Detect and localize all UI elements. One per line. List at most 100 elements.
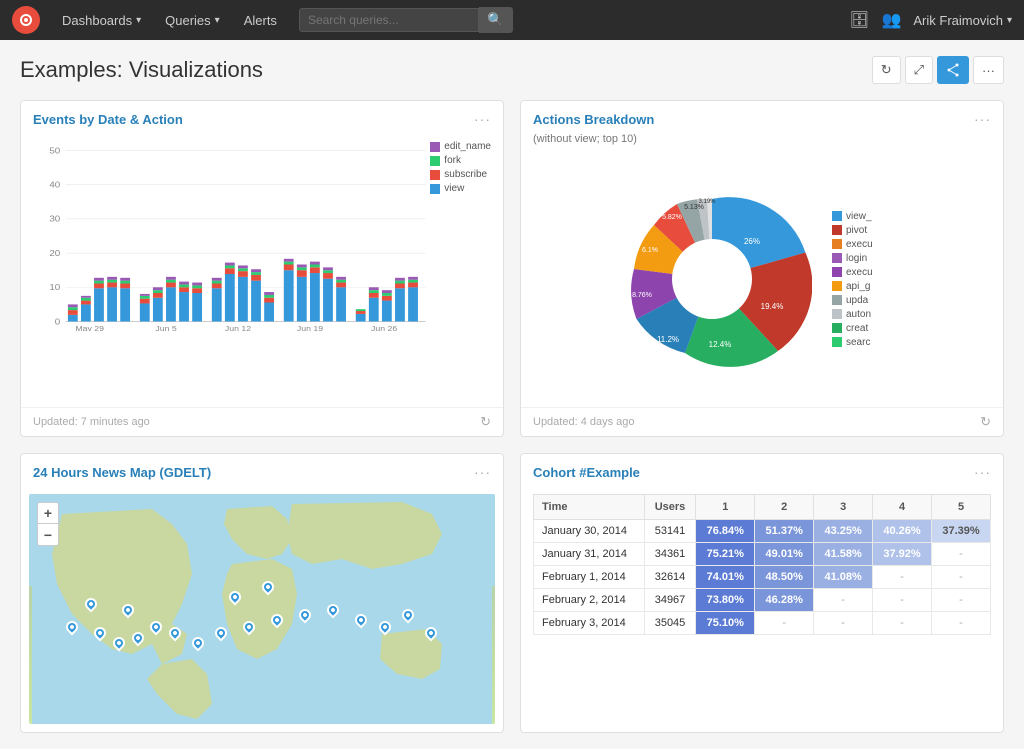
cohort-pct-cell: 41.58% bbox=[814, 543, 873, 566]
cohort-pct-cell: - bbox=[755, 612, 814, 635]
events-chart-widget: Events by Date & Action ··· 50 bbox=[20, 100, 504, 437]
news-map-body: + − bbox=[21, 486, 503, 732]
cohort-menu[interactable]: ··· bbox=[974, 464, 991, 480]
chevron-down-icon: ▾ bbox=[136, 15, 141, 26]
chart-legend: edit_name fork subscribe view bbox=[430, 141, 491, 194]
cohort-body: Time Users 1 2 3 4 5 January 30, 2014531… bbox=[521, 486, 1003, 732]
refresh-button[interactable]: ↻ bbox=[872, 56, 901, 84]
legend-searc: searc bbox=[832, 337, 912, 348]
chevron-down-icon: ▾ bbox=[215, 15, 220, 26]
cohort-pct-cell: 48.50% bbox=[755, 566, 814, 589]
legend-upda: upda bbox=[832, 295, 912, 306]
svg-text:20: 20 bbox=[49, 249, 60, 258]
cohort-pct-cell: - bbox=[814, 589, 873, 612]
actions-breakdown-footer: Updated: 4 days ago ↻ bbox=[521, 407, 1003, 436]
search-bar: 🔍 bbox=[299, 7, 513, 33]
svg-text:May 29: May 29 bbox=[75, 324, 104, 331]
col-3: 3 bbox=[814, 495, 873, 520]
legend-view: view bbox=[430, 183, 491, 194]
svg-text:Jun 26: Jun 26 bbox=[371, 324, 398, 331]
actions-breakdown-header: Actions Breakdown ··· bbox=[521, 101, 1003, 133]
cohort-pct-cell: - bbox=[932, 543, 991, 566]
svg-text:0: 0 bbox=[55, 317, 60, 326]
pie-chart-svg: 26% 19.4% 12.4% 11.2% 8.76% 6.1% 5.82% 5… bbox=[612, 179, 812, 379]
col-2: 2 bbox=[755, 495, 814, 520]
svg-text:26%: 26% bbox=[744, 237, 760, 246]
cohort-pct-cell: 73.80% bbox=[696, 589, 755, 612]
cohort-pct-cell: - bbox=[873, 566, 932, 589]
news-map-header: 24 Hours News Map (GDELT) ··· bbox=[21, 454, 503, 486]
more-button[interactable]: ··· bbox=[973, 56, 1004, 84]
cohort-time-cell: February 2, 2014 bbox=[534, 589, 645, 612]
bar-chart-svg: 50 40 30 20 10 0 bbox=[33, 141, 491, 331]
legend-creat: creat bbox=[832, 323, 912, 334]
svg-text:Jun 5: Jun 5 bbox=[155, 324, 177, 331]
dashboard-grid: Events by Date & Action ··· 5 0 bbox=[20, 100, 1004, 733]
nav-queries[interactable]: Queries ▾ bbox=[155, 0, 230, 40]
share-button[interactable] bbox=[937, 56, 969, 84]
cohort-users-cell: 53141 bbox=[644, 520, 696, 543]
database-icon[interactable]: 🗄 bbox=[849, 10, 869, 30]
cohort-users-cell: 35045 bbox=[644, 612, 696, 635]
events-chart-menu[interactable]: ··· bbox=[474, 111, 491, 127]
cohort-time-cell: February 1, 2014 bbox=[534, 566, 645, 589]
cohort-pct-cell: 37.39% bbox=[932, 520, 991, 543]
svg-text:10: 10 bbox=[49, 283, 60, 292]
nav-dashboards[interactable]: Dashboards ▾ bbox=[52, 0, 151, 40]
table-row: February 1, 20143261474.01%48.50%41.08%-… bbox=[534, 566, 991, 589]
app-logo bbox=[12, 6, 40, 34]
actions-breakdown-widget: Actions Breakdown ··· (without view; top… bbox=[520, 100, 1004, 437]
cohort-pct-cell: 74.01% bbox=[696, 566, 755, 589]
svg-text:8.76%: 8.76% bbox=[632, 292, 652, 299]
cohort-pct-cell: - bbox=[932, 589, 991, 612]
svg-text:40: 40 bbox=[49, 180, 60, 189]
navbar: Dashboards ▾ Queries ▾ Alerts 🔍 🗄 👥 Arik… bbox=[0, 0, 1024, 40]
cohort-pct-cell: 40.26% bbox=[873, 520, 932, 543]
users-icon[interactable]: 👥 bbox=[881, 10, 901, 30]
nav-alerts[interactable]: Alerts bbox=[234, 0, 287, 40]
cohort-pct-cell: 75.21% bbox=[696, 543, 755, 566]
col-users: Users bbox=[644, 495, 696, 520]
page-actions: ↻ ⤢ ··· bbox=[872, 56, 1004, 84]
zoom-out-button[interactable]: − bbox=[37, 524, 59, 546]
legend-execu2: execu bbox=[832, 267, 912, 278]
bar-chart-container: 50 40 30 20 10 0 bbox=[33, 141, 491, 361]
actions-breakdown-updated: Updated: 4 days ago bbox=[533, 416, 635, 428]
col-time: Time bbox=[534, 495, 645, 520]
svg-text:6.1%: 6.1% bbox=[642, 247, 658, 254]
table-row: January 30, 20145314176.84%51.37%43.25%4… bbox=[534, 520, 991, 543]
actions-breakdown-menu[interactable]: ··· bbox=[974, 111, 991, 127]
zoom-in-button[interactable]: + bbox=[37, 502, 59, 524]
cohort-time-cell: January 30, 2014 bbox=[534, 520, 645, 543]
svg-text:12.4%: 12.4% bbox=[709, 340, 732, 349]
search-button[interactable]: 🔍 bbox=[479, 7, 513, 33]
actions-breakdown-refresh[interactable]: ↻ bbox=[980, 414, 991, 430]
svg-text:19.4%: 19.4% bbox=[761, 302, 784, 311]
svg-text:5.82%: 5.82% bbox=[662, 214, 682, 221]
legend-pivot: pivot bbox=[832, 225, 912, 236]
cohort-pct-cell: 75.10% bbox=[696, 612, 755, 635]
chevron-down-icon: ▾ bbox=[1007, 15, 1012, 26]
col-5: 5 bbox=[932, 495, 991, 520]
svg-text:Jun 12: Jun 12 bbox=[225, 324, 252, 331]
events-chart-header: Events by Date & Action ··· bbox=[21, 101, 503, 133]
cohort-pct-cell: - bbox=[873, 612, 932, 635]
search-input[interactable] bbox=[299, 8, 479, 32]
cohort-time-cell: February 3, 2014 bbox=[534, 612, 645, 635]
map-controls: + − bbox=[37, 502, 59, 546]
cohort-pct-cell: 49.01% bbox=[755, 543, 814, 566]
actions-breakdown-body: 26% 19.4% 12.4% 11.2% 8.76% 6.1% 5.82% 5… bbox=[521, 151, 1003, 407]
events-chart-refresh[interactable]: ↻ bbox=[480, 414, 491, 430]
table-row: January 31, 20143436175.21%49.01%41.58%3… bbox=[534, 543, 991, 566]
user-menu[interactable]: Arik Fraimovich ▾ bbox=[913, 13, 1012, 28]
fullscreen-button[interactable]: ⤢ bbox=[905, 56, 933, 84]
legend-login: login bbox=[832, 253, 912, 264]
cohort-users-cell: 32614 bbox=[644, 566, 696, 589]
page-content: Examples: Visualizations ↻ ⤢ ··· Events … bbox=[0, 40, 1024, 749]
map-svg bbox=[29, 494, 495, 724]
events-chart-updated: Updated: 7 minutes ago bbox=[33, 416, 150, 428]
legend-subscribe: subscribe bbox=[430, 169, 491, 180]
cohort-pct-cell: 41.08% bbox=[814, 566, 873, 589]
cohort-pct-cell: 43.25% bbox=[814, 520, 873, 543]
news-map-menu[interactable]: ··· bbox=[474, 464, 491, 480]
